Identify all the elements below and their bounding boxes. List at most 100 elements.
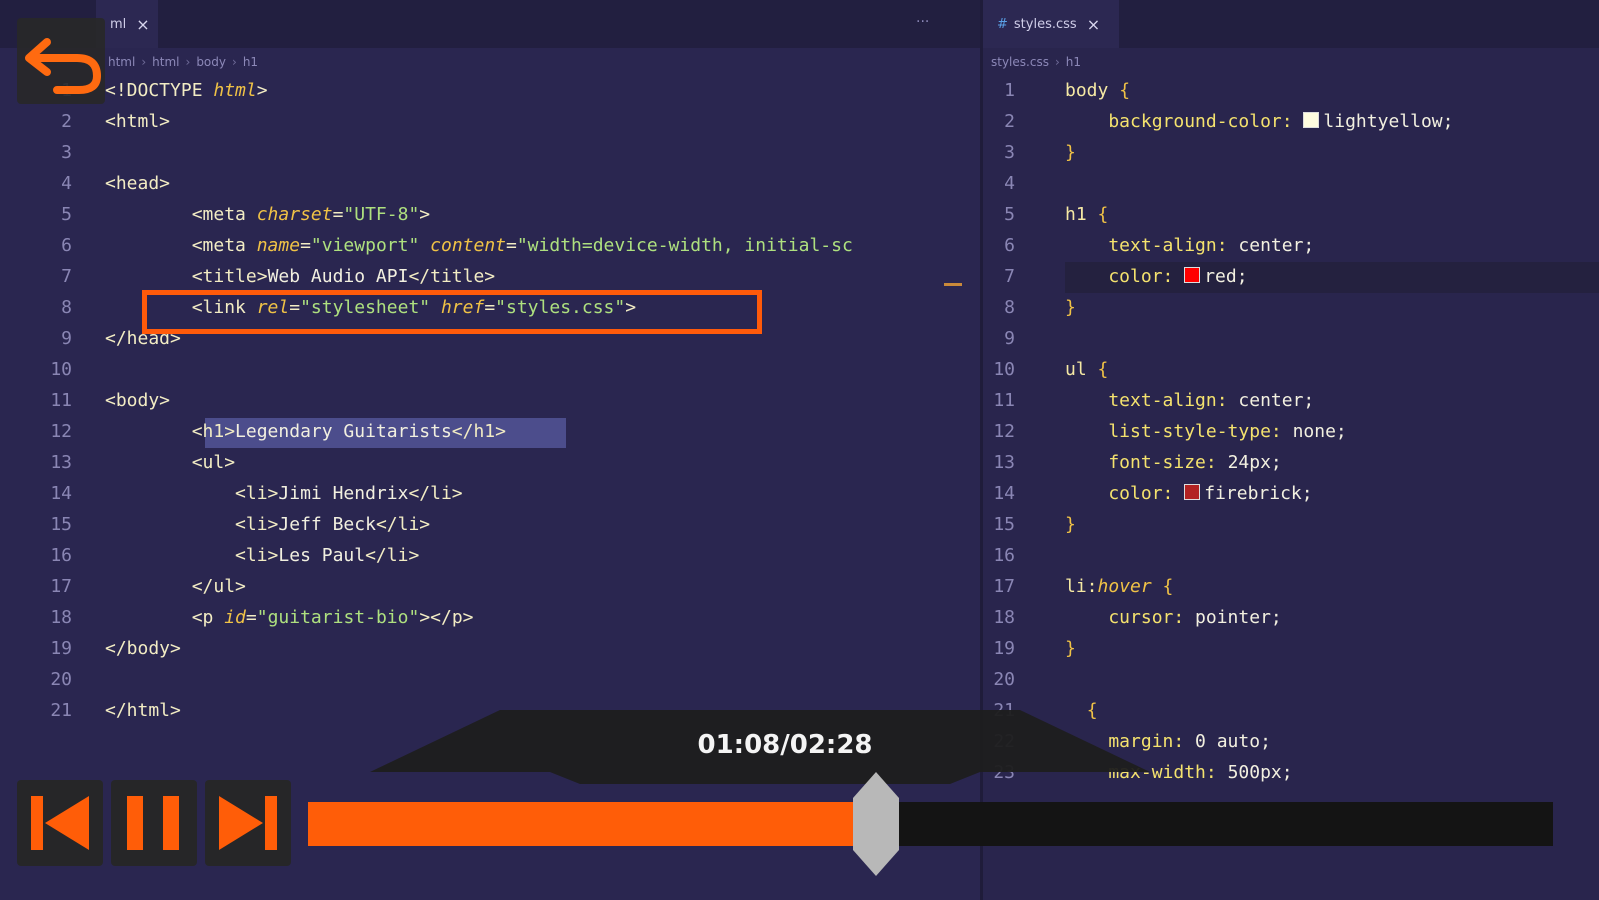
code-text: <html> <box>105 111 171 132</box>
code-line[interactable]: 12 <h1>Legendary Guitarists</h1> <box>0 416 980 447</box>
color-swatch[interactable] <box>1184 484 1201 500</box>
code-text: <p id="guitarist-bio"></p> <box>105 607 474 628</box>
code-line[interactable]: 8} <box>983 292 1599 323</box>
code-line[interactable]: 17 </ul> <box>0 571 980 602</box>
code-line[interactable]: 5 <meta charset="UTF-8"> <box>0 199 980 230</box>
code-line[interactable]: 4 <box>983 168 1599 199</box>
back-button[interactable] <box>17 18 105 104</box>
code-line[interactable]: 15} <box>983 509 1599 540</box>
code-text: text-align: center; <box>1065 235 1315 256</box>
line-number: 19 <box>993 638 1015 659</box>
chevron-right-icon: › <box>185 55 191 69</box>
code-line[interactable]: 7 color: red; <box>983 261 1599 292</box>
code-line[interactable]: 16 <box>983 540 1599 571</box>
tab-styles-css[interactable]: # styles.css × <box>983 0 1119 48</box>
code-line[interactable]: 6 text-align: center; <box>983 230 1599 261</box>
code-text: </html> <box>105 700 181 721</box>
line-number: 20 <box>50 669 72 690</box>
highlight-annotation-box <box>142 290 762 334</box>
color-swatch[interactable] <box>1303 112 1320 128</box>
line-number: 13 <box>50 452 72 473</box>
code-text: text-align: center; <box>1065 390 1315 411</box>
code-line[interactable]: 18 cursor: pointer; <box>983 602 1599 633</box>
code-line[interactable]: 11 <body> <box>0 385 980 416</box>
pause-icon <box>127 796 179 850</box>
code-line[interactable]: 4 <head> <box>0 168 980 199</box>
code-text: li:hover { <box>1065 576 1174 597</box>
code-line[interactable]: 10 ul { <box>983 354 1599 385</box>
code-line[interactable]: 7 <title>Web Audio API</title> <box>0 261 980 292</box>
code-line[interactable]: 6 <meta name="viewport" content="width=d… <box>0 230 980 261</box>
code-line[interactable]: 17 li:hover { <box>983 571 1599 602</box>
left-tab-bar: ml × ··· <box>0 0 980 48</box>
line-number: 3 <box>61 142 72 163</box>
breadcrumb-item[interactable]: html <box>108 55 135 69</box>
code-line[interactable]: 19 </body> <box>0 633 980 664</box>
code-line[interactable]: 9 <box>983 323 1599 354</box>
code-line[interactable]: 3 <box>0 137 980 168</box>
code-text: <ul> <box>105 452 236 473</box>
breadcrumb-item[interactable]: h1 <box>1066 55 1081 69</box>
breadcrumb: html › html › body › h1 <box>108 50 980 74</box>
line-number: 2 <box>61 111 72 132</box>
code-text: } <box>1065 638 1076 659</box>
code-line[interactable]: 1<!DOCTYPE html> <box>0 75 980 106</box>
chevron-right-icon: › <box>232 55 237 69</box>
line-number: 15 <box>993 514 1015 535</box>
code-text: </ul> <box>105 576 246 597</box>
code-line[interactable]: 20 <box>0 664 980 695</box>
line-number: 8 <box>61 297 72 318</box>
code-line[interactable]: 14 color: firebrick; <box>983 478 1599 509</box>
breadcrumb-item[interactable]: body <box>196 55 226 69</box>
color-swatch[interactable] <box>1184 267 1201 283</box>
line-number: 14 <box>50 483 72 504</box>
close-icon[interactable]: × <box>136 15 149 34</box>
code-text: h1 { <box>1065 204 1109 225</box>
code-text: color: firebrick; <box>1065 483 1313 504</box>
line-number: 4 <box>61 173 72 194</box>
close-icon[interactable]: × <box>1087 15 1100 34</box>
code-line[interactable]: 13 <ul> <box>0 447 980 478</box>
line-number: 4 <box>1004 173 1015 194</box>
code-line[interactable]: 2 background-color: lightyellow; <box>983 106 1599 137</box>
breadcrumb-item[interactable]: styles.css <box>991 55 1049 69</box>
code-text: <li>Les Paul</li> <box>105 545 420 566</box>
tab-index-html[interactable]: ml × <box>96 0 158 48</box>
code-line[interactable]: 2 <html> <box>0 106 980 137</box>
code-line[interactable]: 11 text-align: center; <box>983 385 1599 416</box>
progress-fill <box>308 802 876 846</box>
code-line[interactable]: 12 list-style-type: none; <box>983 416 1599 447</box>
previous-button[interactable] <box>17 780 103 866</box>
code-line[interactable]: 13 font-size: 24px; <box>983 447 1599 478</box>
code-line[interactable]: 16 <li>Les Paul</li> <box>0 540 980 571</box>
code-line[interactable]: 15 <li>Jeff Beck</li> <box>0 509 980 540</box>
code-line[interactable]: 14 <li>Jimi Hendrix</li> <box>0 478 980 509</box>
pause-button[interactable] <box>111 780 197 866</box>
code-line[interactable]: 10 <box>0 354 980 385</box>
code-text: <li>Jimi Hendrix</li> <box>105 483 463 504</box>
code-text: } <box>1065 142 1076 163</box>
code-text: <li>Jeff Beck</li> <box>105 514 431 535</box>
code-line[interactable]: 1 body { <box>983 75 1599 106</box>
code-text: <meta name="viewport" content="width=dev… <box>105 235 853 256</box>
css-file-icon: # <box>997 16 1008 32</box>
line-number: 12 <box>993 421 1015 442</box>
code-line[interactable]: 19} <box>983 633 1599 664</box>
progress-handle[interactable] <box>851 772 901 876</box>
breadcrumb-item[interactable]: h1 <box>243 55 258 69</box>
code-line[interactable]: 5 h1 { <box>983 199 1599 230</box>
breadcrumb-item[interactable]: html <box>152 55 179 69</box>
code-line[interactable]: 20 <box>983 664 1599 695</box>
next-button[interactable] <box>205 780 291 866</box>
line-number: 15 <box>50 514 72 535</box>
code-line[interactable]: 3} <box>983 137 1599 168</box>
tab-label: styles.css <box>1013 16 1077 32</box>
code-line[interactable]: 18 <p id="guitarist-bio"></p> <box>0 602 980 633</box>
line-number: 9 <box>1004 328 1015 349</box>
line-number: 10 <box>993 359 1015 380</box>
chevron-right-icon: › <box>1054 55 1060 69</box>
code-text: cursor: pointer; <box>1065 607 1282 628</box>
line-number: 1 <box>1004 80 1015 101</box>
more-actions-icon[interactable]: ··· <box>916 14 929 30</box>
tab-label: ml <box>110 16 127 32</box>
